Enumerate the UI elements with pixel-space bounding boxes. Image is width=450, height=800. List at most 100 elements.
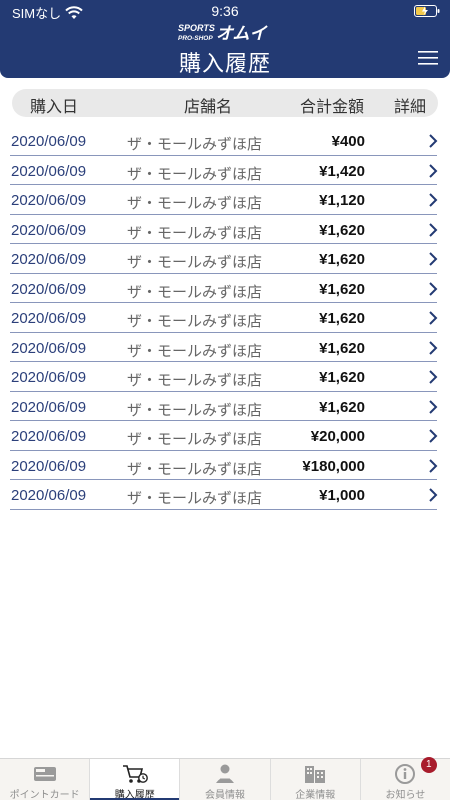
row-divider <box>10 154 437 156</box>
hamburger-menu-icon[interactable] <box>418 50 438 66</box>
building-icon <box>305 766 326 783</box>
store-name: ザ・モールみずほ店 <box>127 283 263 301</box>
tab-purchase-history[interactable]: 購入履歴 <box>90 759 181 800</box>
chevron-right-icon[interactable] <box>428 163 438 178</box>
total-amount: ¥400 <box>331 133 365 150</box>
purchase-row[interactable]: 2020/06/09 ザ・モールみずほ店 ¥1,620 <box>0 336 450 366</box>
row-divider <box>10 479 437 480</box>
bottom-tab-bar: ポイントカード 購入履歴 会員情報 企業情報 1 お知らせ <box>0 757 450 800</box>
purchase-date: 2020/06/09 <box>11 280 87 298</box>
purchase-row[interactable]: 2020/06/09 ザ・モールみずほ店 ¥1,620 <box>0 218 450 248</box>
store-name: ザ・モールみずほ店 <box>127 490 263 507</box>
chevron-right-icon[interactable] <box>428 281 438 296</box>
status-time: 9:36 <box>211 3 239 19</box>
purchase-row[interactable]: 2020/06/09 ザ・モールみずほ店 ¥180,000 <box>0 454 450 484</box>
chevron-right-icon[interactable] <box>428 458 438 473</box>
tab-member-info[interactable]: 会員情報 <box>180 759 271 800</box>
chevron-right-icon[interactable] <box>428 252 438 266</box>
total-amount: ¥1,000 <box>319 487 365 504</box>
chevron-right-icon[interactable] <box>428 399 438 414</box>
purchase-row[interactable]: 2020/06/09 ザ・モールみずほ店 ¥1,120 <box>0 188 450 218</box>
tab-label: 会員情報 <box>205 790 245 800</box>
notification-badge: 1 <box>420 757 437 773</box>
store-name: ザ・モールみずほ店 <box>127 431 263 448</box>
column-header-store: 店舗名 <box>184 99 233 116</box>
row-divider <box>10 213 437 215</box>
purchase-date: 2020/06/09 <box>11 487 87 504</box>
purchase-date: 2020/06/09 <box>11 192 87 209</box>
store-name: ザ・モールみずほ店 <box>127 195 263 212</box>
purchase-row[interactable]: 2020/06/09 ザ・モールみずほ店 ¥1,620 <box>0 247 450 277</box>
total-amount: ¥20,000 <box>310 428 365 445</box>
tab-label: ポイントカード <box>9 790 80 800</box>
purchase-row[interactable]: 2020/06/09 ザ・モールみずほ店 ¥1,620 <box>0 306 450 336</box>
purchase-row[interactable]: 2020/06/09 ザ・モールみずほ店 ¥400 <box>0 129 450 159</box>
row-divider <box>10 420 437 421</box>
chevron-right-icon[interactable] <box>428 134 438 148</box>
app-header: SIMなし 9:36 SPORTS PRO-SHOP オムイ 購入履歴 <box>0 0 450 78</box>
row-divider <box>10 302 437 303</box>
column-header-detail: 詳細 <box>394 99 427 116</box>
brand-logo: SPORTS PRO-SHOP オムイ <box>178 23 268 42</box>
purchase-date: 2020/06/09 <box>11 428 87 445</box>
purchase-row[interactable]: 2020/06/09 ザ・モールみずほ店 ¥1,620 <box>0 277 450 307</box>
total-amount: ¥180,000 <box>302 457 365 475</box>
chevron-right-icon[interactable] <box>428 193 438 207</box>
total-amount: ¥1,620 <box>319 398 365 416</box>
status-bar: SIMなし 9:36 <box>0 0 450 22</box>
chevron-right-icon[interactable] <box>428 311 438 325</box>
svg-text:オムイ: オムイ <box>216 24 268 42</box>
svg-text:SPORTS: SPORTS <box>178 23 215 33</box>
chevron-right-icon[interactable] <box>428 488 438 502</box>
tab-label: お知らせ <box>385 790 426 800</box>
purchase-date: 2020/06/09 <box>11 369 87 386</box>
info-icon <box>395 764 416 784</box>
chevron-right-icon[interactable] <box>428 340 438 355</box>
store-name: ザ・モールみずほ店 <box>127 460 263 478</box>
row-divider <box>10 331 437 333</box>
row-divider <box>10 390 437 392</box>
battery-icon <box>414 5 440 17</box>
point-card-icon <box>33 767 56 781</box>
member-icon <box>216 764 234 783</box>
total-amount: ¥1,120 <box>319 192 365 209</box>
chevron-right-icon[interactable] <box>428 222 438 237</box>
store-name: ザ・モールみずほ店 <box>127 342 263 360</box>
purchase-date: 2020/06/09 <box>11 162 87 180</box>
row-divider <box>10 361 437 362</box>
row-divider <box>10 508 437 510</box>
purchase-date: 2020/06/09 <box>11 310 87 327</box>
purchase-row[interactable]: 2020/06/09 ザ・モールみずほ店 ¥1,420 <box>0 159 450 189</box>
store-name: ザ・モールみずほ店 <box>127 165 263 183</box>
purchase-date: 2020/06/09 <box>11 221 87 239</box>
tab-label: 購入履歴 <box>114 790 155 800</box>
chevron-right-icon[interactable] <box>428 429 438 443</box>
total-amount: ¥1,620 <box>319 339 365 357</box>
page-title: 購入履歴 <box>178 51 271 76</box>
store-name: ザ・モールみずほ店 <box>127 313 263 330</box>
purchase-row[interactable]: 2020/06/09 ザ・モールみずほ店 ¥1,620 <box>0 395 450 425</box>
column-header-total: 合計金額 <box>300 99 365 116</box>
table-header: 購入日 店舗名 合計金額 詳細 <box>12 89 438 117</box>
purchase-row[interactable]: 2020/06/09 ザ・モールみずほ店 ¥20,000 <box>0 424 450 454</box>
chevron-right-icon[interactable] <box>428 370 438 384</box>
total-amount: ¥1,620 <box>319 369 365 386</box>
store-name: ザ・モールみずほ店 <box>127 136 263 153</box>
purchase-row[interactable]: 2020/06/09 ザ・モールみずほ店 ¥1,000 <box>0 483 450 513</box>
tab-company-info[interactable]: 企業情報 <box>271 759 361 800</box>
column-header-date: 購入日 <box>30 99 79 116</box>
purchase-list: 2020/06/09 ザ・モールみずほ店 ¥400 2020/06/09 ザ・モ… <box>0 129 450 513</box>
row-divider <box>10 449 437 451</box>
purchase-date: 2020/06/09 <box>11 251 87 268</box>
purchase-row[interactable]: 2020/06/09 ザ・モールみずほ店 ¥1,620 <box>0 365 450 395</box>
total-amount: ¥1,620 <box>319 280 365 298</box>
svg-text:PRO-SHOP: PRO-SHOP <box>178 35 213 42</box>
tab-label: 企業情報 <box>295 790 336 800</box>
tab-point-card[interactable]: ポイントカード <box>0 759 91 800</box>
row-divider <box>10 243 437 244</box>
row-divider <box>10 272 437 274</box>
store-name: ザ・モールみずほ店 <box>127 372 263 389</box>
purchase-date: 2020/06/09 <box>11 398 87 416</box>
cart-history-icon <box>122 765 148 783</box>
tab-notifications[interactable]: 1 お知らせ <box>361 757 450 800</box>
